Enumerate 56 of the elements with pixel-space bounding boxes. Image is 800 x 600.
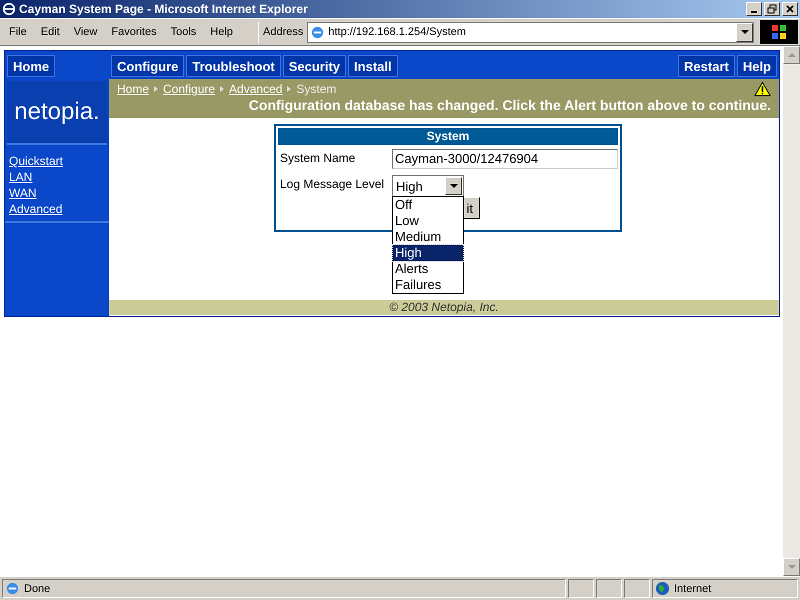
close-button[interactable] xyxy=(782,2,798,16)
status-text: Done xyxy=(24,582,50,594)
address-field[interactable]: http://192.168.1.254/System xyxy=(307,22,754,42)
status-pane xyxy=(596,579,622,598)
nav-tab[interactable]: Home xyxy=(7,55,56,77)
sidebar-link[interactable]: Advanced xyxy=(9,201,105,217)
sidebar-link[interactable]: WAN xyxy=(9,185,105,201)
menu-item[interactable]: Favorites xyxy=(104,26,164,38)
breadcrumb-current: System xyxy=(296,82,338,96)
menu-item[interactable]: Tools xyxy=(164,26,204,38)
menu-item[interactable]: Edit xyxy=(34,26,67,38)
page-icon xyxy=(310,24,326,40)
close-icon xyxy=(785,4,795,14)
menu-item[interactable]: Help xyxy=(203,26,240,38)
page-icon xyxy=(5,581,20,596)
menu-item[interactable]: File xyxy=(2,26,34,38)
nav-tab[interactable]: Troubleshoot xyxy=(186,55,281,77)
nav-tab[interactable]: Install xyxy=(348,55,398,77)
warning-icon[interactable] xyxy=(754,81,771,97)
footer: © 2003 Netopia, Inc. xyxy=(109,300,779,315)
logo: netopia. xyxy=(7,81,107,145)
status-pane xyxy=(568,579,594,598)
minimize-button[interactable] xyxy=(746,2,762,16)
browser-icon xyxy=(2,2,16,16)
select-field[interactable]: High xyxy=(392,175,464,197)
restore-button[interactable] xyxy=(764,2,780,16)
form-title: System xyxy=(278,128,618,145)
field-label: System Name xyxy=(279,150,356,165)
nav-button[interactable]: Restart xyxy=(678,55,735,77)
alert-message: Configuration database has changed. Click the Alert button above to continue. xyxy=(248,97,771,113)
address-label: Address xyxy=(263,26,304,38)
sidebar-link[interactable]: Quickstart xyxy=(9,153,105,169)
scroll-up-icon[interactable] xyxy=(783,46,800,64)
globe-icon xyxy=(655,581,670,596)
restore-icon xyxy=(767,4,777,14)
nav-button[interactable]: Help xyxy=(736,55,777,77)
nav-tab[interactable]: Security xyxy=(282,55,346,77)
scroll-down-icon[interactable] xyxy=(783,558,800,576)
field-label: Log Message Level xyxy=(279,176,386,191)
menu-item[interactable]: View xyxy=(66,26,104,38)
text-field[interactable]: Cayman-3000/12476904 xyxy=(392,149,618,169)
dropdown-option[interactable]: Medium xyxy=(393,229,463,245)
zone-text: Internet xyxy=(674,582,712,594)
scrollbar[interactable] xyxy=(783,46,800,576)
minimize-icon xyxy=(751,11,757,13)
dropdown-option[interactable]: High xyxy=(393,245,463,261)
chevron-icon xyxy=(153,86,160,92)
dropdown-option[interactable]: Failures xyxy=(393,277,463,293)
sidebar-link[interactable]: LAN xyxy=(9,169,105,185)
chevron-icon xyxy=(219,86,226,92)
window-title: Cayman System Page - Microsoft Internet Explorer xyxy=(19,2,309,16)
nav-tab[interactable]: Configure xyxy=(111,55,184,77)
status-pane xyxy=(624,579,650,598)
chevron-icon xyxy=(286,86,292,92)
dropdown-option[interactable]: Alerts xyxy=(393,261,463,277)
windows-logo-icon xyxy=(760,20,798,44)
